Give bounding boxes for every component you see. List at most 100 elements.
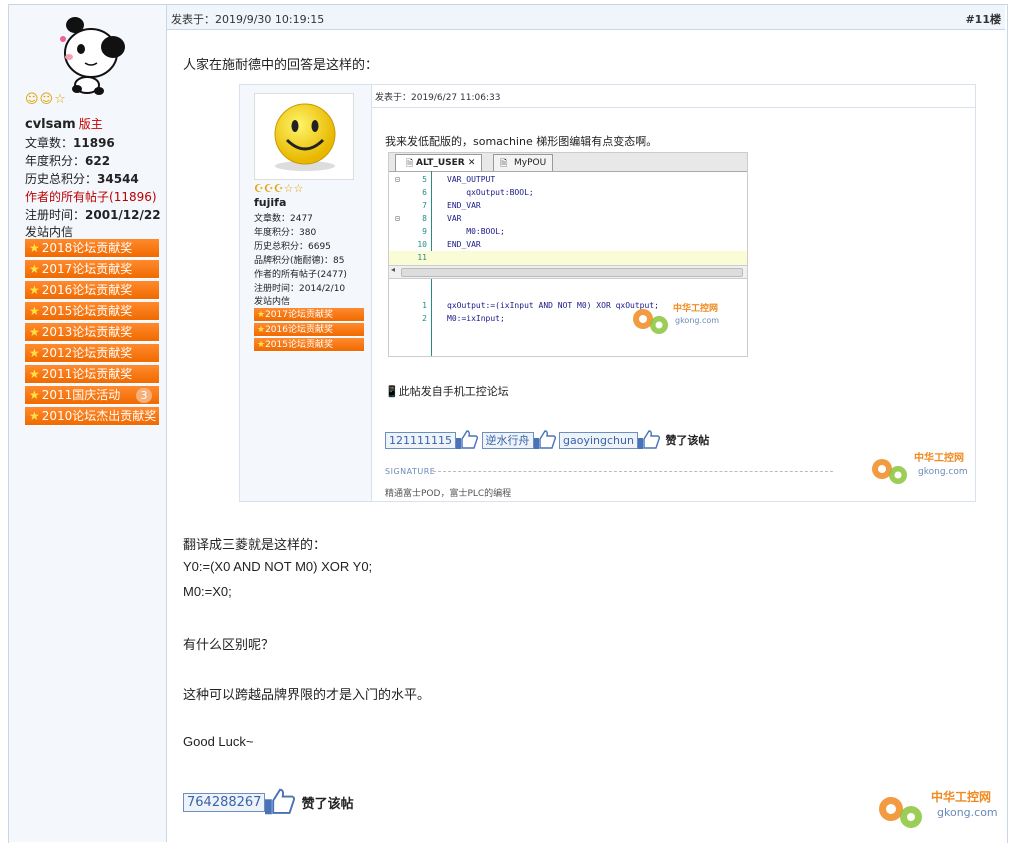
star-icon: ★ xyxy=(257,325,266,335)
quote-author-sidebar: ☪☪☪☆☆ fujifa 文章数：2477 年度积分：380 历史总积分：669… xyxy=(240,85,372,501)
quote-award-badge[interactable]: ★2017论坛贡献奖 xyxy=(254,308,364,322)
liker-link[interactable]: 逆水行舟 xyxy=(481,431,534,449)
year-points: 年度积分：622 xyxy=(25,152,110,169)
quote-message-link[interactable]: 发站内信 xyxy=(254,294,290,307)
reg-value: 2001/12/22 xyxy=(85,208,161,222)
quote-author-name[interactable]: fujifa xyxy=(254,196,286,209)
all-posts-label: 作者的所有帖子 xyxy=(25,190,110,204)
liker-link[interactable]: 121111115 xyxy=(385,431,456,449)
watermark-en: gkong.com xyxy=(937,806,998,819)
reg-label: 注册时间： xyxy=(25,208,86,222)
award-count-badge: 3 xyxy=(136,388,152,403)
code-text: END_VAR xyxy=(447,201,481,210)
collapse-icon[interactable]: ⊟ xyxy=(395,212,400,225)
floor-number[interactable]: #11楼 xyxy=(965,11,1001,27)
award-label: 2016论坛贡献奖 xyxy=(265,325,333,335)
award-badge[interactable]: ★ 2011论坛贡献奖 xyxy=(25,365,159,384)
award-label: 2013论坛贡献奖 xyxy=(41,325,133,339)
author-name[interactable]: cvlsam xyxy=(25,117,76,132)
code-text: END_VAR xyxy=(447,240,481,249)
post-line: Y0:=(X0 AND NOT M0) XOR Y0; xyxy=(183,559,373,574)
quote-award-badge[interactable]: ★2015论坛贡献奖 xyxy=(254,338,364,352)
award-badge[interactable]: ★ 2013论坛贡献奖 xyxy=(25,323,159,342)
author-avatar[interactable] xyxy=(47,11,139,97)
quote-like-row: 121111115 逆水行舟 gaoyingchun 赞了该帖 xyxy=(385,430,709,450)
total-points-label: 历史总积分： xyxy=(25,172,98,186)
star-icon: ★ xyxy=(29,409,40,423)
posts-value: 11896 xyxy=(73,136,115,150)
code-text: VAR_OUTPUT xyxy=(447,175,496,184)
award-badge[interactable]: ★ 2012论坛贡献奖 xyxy=(25,344,159,363)
award-badge[interactable]: ★ 2018论坛贡献奖 xyxy=(25,239,159,258)
award-badge[interactable]: ★ 2010论坛杰出贡献奖 xyxy=(25,407,159,426)
award-badge[interactable]: ★ 2011国庆活动 3 xyxy=(25,386,159,405)
star-icon: ★ xyxy=(29,304,40,318)
watermark-cn: 中华工控网 xyxy=(673,302,718,314)
message-link[interactable]: 发站内信 xyxy=(25,223,73,240)
code-editor-screenshot: ALT_USER ✕ MyPOU 🗎 🗎 ⊟ 5 VAR_OUTPUT 6 qxOu… xyxy=(388,152,748,357)
watermark-cn: 中华工控网 xyxy=(914,451,964,464)
like-text: 赞了该帖 xyxy=(301,796,354,812)
award-badge[interactable]: ★ 2015论坛贡献奖 xyxy=(25,302,159,321)
document-icon: 🗎 xyxy=(406,159,414,169)
star-icon: ★ xyxy=(257,340,266,350)
award-badge[interactable]: ★ 2017论坛贡献奖 xyxy=(25,260,159,279)
post-body: 发表于：2019/9/30 10:19:15 #11楼 人家在施耐德中的回答是这… xyxy=(167,5,1005,842)
editor-tabs: ALT_USER ✕ MyPOU 🗎 🗎 xyxy=(389,153,747,172)
award-label: 2018论坛贡献奖 xyxy=(41,241,133,255)
post-line: M0:=X0; xyxy=(183,584,232,599)
scrollbar-thumb[interactable] xyxy=(401,268,743,277)
code-line-current: 11 xyxy=(389,251,747,265)
award-label: 2017论坛贡献奖 xyxy=(265,310,333,320)
quote-text: 我来发低配版的，somachine 梯形图编辑有点变态啊。 xyxy=(385,135,658,148)
watermark-logo-icon: 中华工控网 gkong.com xyxy=(633,302,719,334)
line-number: 10 xyxy=(417,240,427,249)
liker-link[interactable]: 764288267 xyxy=(183,792,266,812)
collapse-icon[interactable]: ⊟ xyxy=(395,173,400,186)
posts-count: 文章数：11896 xyxy=(25,134,115,151)
quote-time: 发表于：2019/6/27 11:06:33 xyxy=(375,93,501,103)
like-text: 赞了该帖 xyxy=(665,434,710,447)
post-time: 发表于：2019/9/30 10:19:15 xyxy=(171,13,325,26)
tab-label: ALT_USER xyxy=(416,158,465,168)
liker-link[interactable]: gaoyingchun xyxy=(559,431,638,449)
total-points-value: 34544 xyxy=(97,172,139,186)
post-line: Good Luck~ xyxy=(183,734,254,749)
close-icon[interactable]: ✕ xyxy=(468,158,476,168)
line-number: 9 xyxy=(422,227,427,236)
arrow-left-icon[interactable]: ◂ xyxy=(391,265,395,274)
quote-award-badge[interactable]: ★2016论坛贡献奖 xyxy=(254,323,364,337)
post-intro: 人家在施耐德中的回答是这样的： xyxy=(183,58,379,73)
award-label: 2011论坛贡献奖 xyxy=(41,367,133,381)
star-icon: ★ xyxy=(29,367,40,381)
quote-header: 发表于：2019/6/27 11:06:33 xyxy=(371,85,975,108)
posts-label: 文章数： xyxy=(25,136,74,150)
code-text: VAR xyxy=(447,214,462,223)
quote-author-avatar[interactable] xyxy=(254,93,354,180)
watermark-cn: 中华工控网 xyxy=(931,789,991,804)
quote-posts: 文章数：2477 xyxy=(254,214,313,224)
award-label: 2011国庆活动 xyxy=(41,388,121,402)
author-sidebar: ☺☺☆ cvlsam 版主 文章数：11896 年度积分：622 历史总积分：34… xyxy=(9,5,167,842)
thumbs-up-icon xyxy=(456,430,478,449)
star-icon: ★ xyxy=(29,388,40,402)
code-line: 7 END_VAR xyxy=(389,199,747,212)
horizontal-scrollbar[interactable]: ◂ xyxy=(389,265,747,279)
award-badge[interactable]: ★ 2016论坛贡献奖 xyxy=(25,281,159,300)
mobile-note-text: 此帖发自手机工控论坛 xyxy=(398,385,509,398)
code-text: qxOutput:=(ixInput AND NOT M0) XOR qxOut… xyxy=(447,301,659,310)
code-text: M0:BOOL; xyxy=(447,227,505,236)
code-line: 10 END_VAR xyxy=(389,238,747,251)
all-posts-link[interactable]: 作者的所有帖子(11896) xyxy=(25,188,157,205)
register-date: 注册时间：2001/12/22 xyxy=(25,206,161,223)
award-label: 2015论坛贡献奖 xyxy=(265,340,333,350)
year-points-label: 年度积分： xyxy=(25,154,86,168)
thumbs-up-icon xyxy=(533,430,556,449)
quote-brand-points: 品牌积分(施耐德)：85 xyxy=(254,256,345,266)
quote-all-posts-link[interactable]: 作者的所有帖子(2477) xyxy=(254,267,347,280)
quote-total-points: 历史总积分：6695 xyxy=(254,242,331,252)
code-line: ⊟ 8 VAR xyxy=(389,212,747,225)
tab-label: MyPOU xyxy=(514,158,547,168)
signature-label: SIGNATURE xyxy=(385,467,436,476)
quote-register-date: 注册时间：2014/2/10 xyxy=(254,284,346,294)
